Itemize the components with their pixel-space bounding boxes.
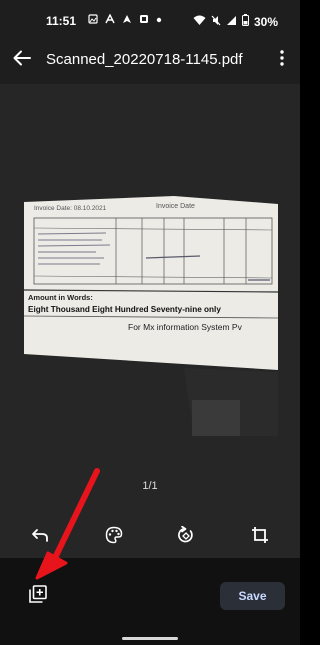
back-button[interactable]	[10, 48, 34, 72]
scanned-document-image[interactable]: Invoice Date: 08.10.2021 Invoice Date Am…	[24, 196, 278, 436]
undo-button[interactable]	[27, 524, 53, 550]
hand-icon	[139, 14, 149, 28]
nav-icon	[122, 14, 132, 28]
document-header-right: Invoice Date	[156, 203, 195, 210]
color-filter-button[interactable]	[101, 524, 127, 550]
palette-icon	[105, 526, 123, 549]
file-title: Scanned_20220718-1145.pdf	[46, 51, 243, 68]
rotate-icon	[177, 525, 195, 549]
bottom-bar: Save	[0, 558, 300, 645]
arrow-back-icon	[13, 50, 31, 71]
more-vert-icon	[280, 49, 284, 71]
edit-toolbar	[0, 516, 300, 558]
status-left-icons	[88, 13, 162, 28]
more-options-button[interactable]	[272, 48, 292, 72]
crop-button[interactable]	[247, 524, 273, 550]
home-indicator[interactable]	[122, 637, 178, 640]
document-amount-label: Amount in Words:	[28, 293, 93, 302]
status-time: 11:51	[46, 14, 77, 28]
wifi-icon	[193, 13, 206, 31]
battery-percent: 30%	[253, 15, 278, 29]
signal-icon	[226, 13, 237, 31]
dot-icon	[156, 15, 162, 27]
a-icon	[105, 13, 115, 28]
gallery-icon	[88, 14, 98, 28]
document-company-text: For Mx information System Pv	[128, 322, 243, 332]
add-page-icon	[29, 584, 47, 608]
status-bar: 11:51 30%	[0, 0, 300, 36]
battery-icon	[241, 13, 249, 31]
save-button[interactable]: Save	[220, 582, 285, 610]
preview-area: Invoice Date: 08.10.2021 Invoice Date Am…	[0, 84, 300, 558]
crop-icon	[251, 526, 269, 549]
undo-icon	[31, 527, 49, 548]
mute-icon	[211, 13, 221, 31]
add-page-button[interactable]	[26, 584, 50, 608]
document-amount-text: Eight Thousand Eight Hundred Seventy-nin…	[28, 305, 221, 314]
rotate-button[interactable]	[173, 524, 199, 550]
document-header-left: Invoice Date: 08.10.2021	[34, 205, 107, 212]
app-bar: Scanned_20220718-1145.pdf	[0, 36, 300, 84]
status-right: 30%	[193, 13, 278, 31]
page-indicator: 1/1	[142, 480, 158, 492]
